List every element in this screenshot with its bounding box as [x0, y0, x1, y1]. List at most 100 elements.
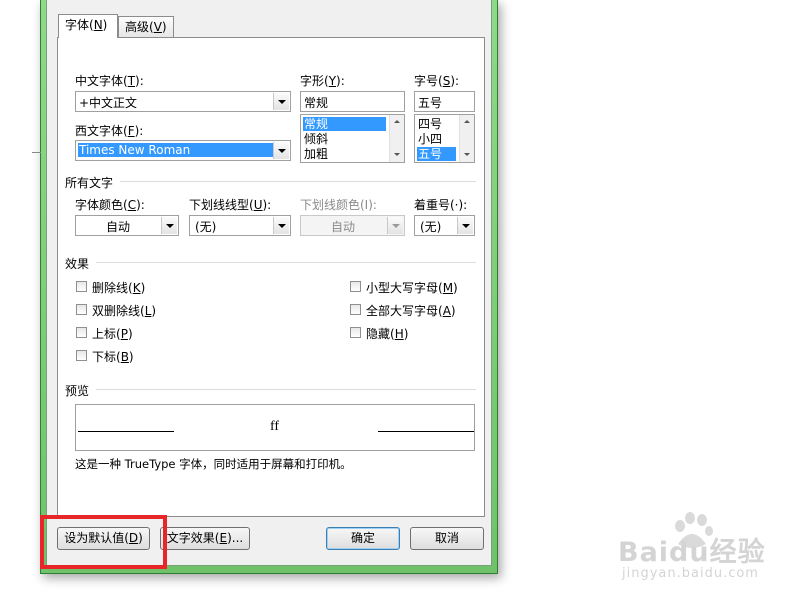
style-option-italic[interactable]: 倾斜: [303, 132, 328, 146]
style-option-bold[interactable]: 加粗: [303, 147, 328, 161]
chevron-down-icon[interactable]: [273, 217, 289, 234]
chevron-down-icon[interactable]: [273, 93, 289, 110]
small-caps-label-text: 小型大写字母(: [366, 281, 443, 295]
underline-style-label-suffix: ):: [262, 198, 272, 212]
strikethrough-label[interactable]: 删除线(K): [92, 279, 145, 296]
text-effects-label: 文字效果(: [166, 531, 220, 545]
underline-style-combo[interactable]: (无): [189, 215, 291, 236]
font-color-label-suffix: ):: [136, 198, 145, 212]
subscript-label[interactable]: 下标(B): [92, 348, 134, 365]
all-caps-label-key: A: [442, 304, 451, 318]
superscript-label[interactable]: 上标(P): [92, 325, 133, 342]
all-text-heading: 所有文字: [65, 176, 114, 190]
strikethrough-checkbox[interactable]: [76, 281, 87, 292]
west-font-value: Times New Roman: [78, 143, 275, 157]
font-color-combo[interactable]: 自动: [75, 215, 179, 236]
size-option-4[interactable]: 四号: [417, 117, 442, 131]
style-label-key: Y: [328, 74, 337, 88]
emphasis-label: 着重号(·):: [414, 198, 468, 212]
all-caps-label-text: 全部大写字母(: [366, 304, 443, 318]
strikethrough-label-text: 删除线(: [92, 281, 133, 295]
underline-color-label: 下划线颜色(I):: [300, 198, 377, 212]
hidden-label[interactable]: 隐藏(H): [366, 325, 408, 342]
hidden-label-suffix: ): [403, 327, 409, 341]
ok-button[interactable]: 确定: [326, 527, 400, 550]
underline-style-label-text: 下划线线型(: [189, 198, 254, 212]
subscript-label-suffix: ): [128, 350, 134, 364]
effects-heading: 效果: [65, 257, 90, 271]
font-color-value: 自动: [106, 220, 131, 234]
preview-baseline-left: [78, 431, 174, 432]
font-color-label-text: 字体颜色(: [75, 198, 128, 212]
style-list[interactable]: 常规 倾斜 加粗: [300, 114, 405, 163]
font-color-label: 字体颜色(C):: [75, 196, 145, 213]
size-value: 五号: [418, 96, 443, 110]
text-effects-button[interactable]: 文字效果(E)...: [160, 527, 250, 550]
cn-font-label-suffix: ):: [135, 74, 144, 88]
small-caps-checkbox[interactable]: [350, 281, 361, 292]
hidden-checkbox[interactable]: [350, 327, 361, 338]
chevron-down-icon[interactable]: [457, 217, 473, 234]
scroll-up-icon[interactable]: [461, 118, 473, 126]
size-input[interactable]: 五号: [414, 91, 475, 112]
style-value: 常规: [304, 96, 329, 110]
double-strikethrough-checkbox[interactable]: [76, 304, 87, 315]
subscript-checkbox[interactable]: [76, 350, 87, 361]
double-strikethrough-label[interactable]: 双删除线(L): [92, 302, 156, 319]
text-effects-key: E: [219, 531, 228, 545]
cn-font-combo[interactable]: +中文正文: [75, 91, 291, 112]
scroll-up-icon[interactable]: [391, 118, 403, 126]
superscript-label-text: 上标(: [92, 327, 121, 341]
style-list-scrollbar[interactable]: [389, 115, 404, 162]
west-font-label-text: 西文字体(: [75, 124, 128, 138]
annotation-highlight-box: [40, 515, 167, 569]
watermark-brand: Baidu经验: [618, 537, 766, 568]
all-text-divider: [120, 181, 476, 182]
preview-note: 这是一种 TrueType 字体，同时适用于屏幕和打印机。: [75, 457, 352, 471]
style-option-regular[interactable]: 常规: [303, 117, 386, 131]
double-strikethrough-label-suffix: ): [151, 304, 157, 318]
scroll-down-icon[interactable]: [391, 151, 403, 159]
size-list[interactable]: 四号 小四 五号: [414, 114, 475, 163]
font-color-label-key: C: [127, 198, 137, 212]
size-option-small4[interactable]: 小四: [417, 132, 442, 146]
all-caps-label[interactable]: 全部大写字母(A): [366, 302, 456, 319]
effects-divider: [96, 262, 476, 263]
small-caps-label[interactable]: 小型大写字母(M): [366, 279, 458, 296]
chevron-down-icon[interactable]: [161, 217, 177, 234]
scroll-down-icon[interactable]: [461, 151, 473, 159]
size-label-suffix: ):: [450, 74, 460, 88]
emphasis-combo[interactable]: (无): [414, 215, 475, 236]
small-caps-label-suffix: ): [453, 281, 458, 295]
preview-box: ff: [75, 404, 475, 451]
preview-heading: 预览: [65, 384, 90, 398]
style-input[interactable]: 常规: [300, 91, 405, 112]
superscript-label-key: P: [120, 327, 128, 341]
small-caps-label-key: M: [442, 281, 454, 295]
emphasis-value: (无): [420, 220, 442, 234]
size-list-scrollbar[interactable]: [459, 115, 474, 162]
west-font-label-key: F: [127, 124, 135, 138]
cancel-button[interactable]: 取消: [410, 527, 484, 550]
watermark-url: jingyan.baidu.com: [622, 566, 759, 581]
underline-color-combo: 自动: [300, 215, 405, 236]
all-caps-checkbox[interactable]: [350, 304, 361, 315]
cn-font-label: 中文字体(T):: [75, 72, 144, 89]
chevron-down-icon[interactable]: [273, 142, 289, 159]
west-font-combo[interactable]: Times New Roman: [75, 140, 291, 161]
preview-divider: [96, 389, 476, 390]
text-effects-suffix: )...: [227, 531, 244, 545]
west-font-label-suffix: ):: [134, 124, 144, 138]
subscript-label-text: 下标(: [92, 350, 121, 364]
underline-style-value: (无): [195, 220, 217, 234]
size-option-5[interactable]: 五号: [417, 147, 456, 161]
underline-style-label: 下划线线型(U):: [189, 196, 271, 213]
tab-advanced-label: 高级(: [125, 20, 154, 34]
tab-advanced[interactable]: 高级(V): [118, 16, 174, 37]
superscript-checkbox[interactable]: [76, 327, 87, 338]
tab-font[interactable]: 字体(N): [58, 14, 118, 38]
subscript-label-key: B: [120, 350, 129, 364]
hidden-label-key: H: [394, 327, 404, 341]
chevron-down-icon: [387, 217, 403, 234]
cn-font-label-key: T: [127, 74, 136, 88]
